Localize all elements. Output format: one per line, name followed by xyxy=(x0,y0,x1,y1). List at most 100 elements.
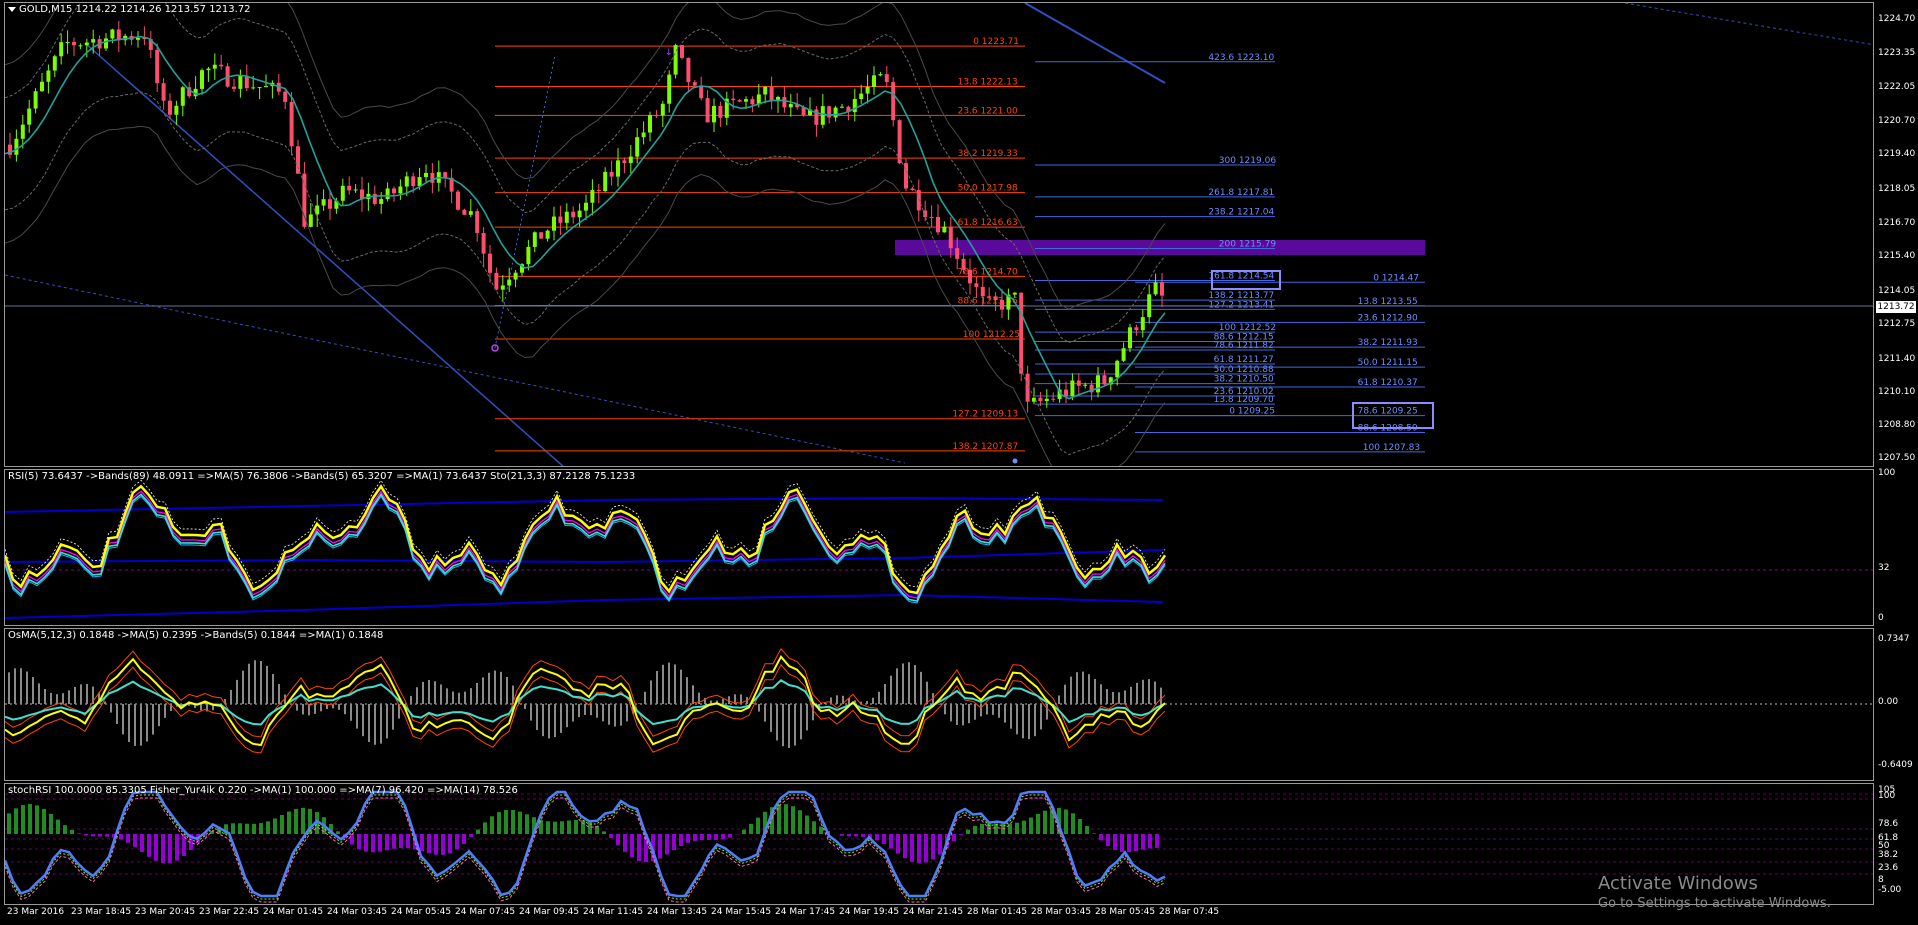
candle-body xyxy=(897,120,902,164)
candle-body xyxy=(731,98,736,101)
candle-body xyxy=(558,216,563,223)
rsi-band-upper xyxy=(5,496,1164,513)
trend-line-dotted xyxy=(5,274,906,464)
candle-body xyxy=(308,214,313,227)
indicator-axis-tick: -0.6409 xyxy=(1878,760,1913,770)
osma-indicator-pane[interactable]: OsMA(5,12,3) 0.1848 ->MA(5) 0.2395 ->Ban… xyxy=(4,628,1874,781)
candle-body xyxy=(859,93,864,99)
fib-blue-label: 50.0 1210.88 xyxy=(1214,365,1274,375)
candle-body xyxy=(603,171,608,192)
candle-body xyxy=(616,160,620,177)
time-axis-label: 28 Mar 01:45 xyxy=(967,907,1028,917)
fisher-histogram-bar xyxy=(1099,834,1103,841)
fisher-histogram-bar xyxy=(77,833,81,834)
candle-body xyxy=(1064,389,1068,397)
candle-body xyxy=(1115,360,1120,378)
candle-body xyxy=(1121,348,1126,361)
stochrsi-indicator-pane[interactable]: stochRSI 100.0000 85.3305 Fisher_Yur4ik … xyxy=(4,783,1874,905)
fisher-histogram-bar xyxy=(742,829,746,834)
fib-blue-label: 38.2 1210.50 xyxy=(1214,375,1274,385)
price-axis-tick: 1214.05 xyxy=(1878,285,1916,296)
candle-body xyxy=(705,98,710,123)
candle-body xyxy=(46,70,51,82)
indicator-axis-tick: 100 xyxy=(1878,791,1896,801)
indicator-axis-tick: 38.2 xyxy=(1878,850,1899,860)
rsi-header: RSI(5) 73.6437 ->Bands(89) 48.0911 =>MA(… xyxy=(8,471,636,482)
candle-body xyxy=(737,100,742,102)
fisher-histogram-bar xyxy=(819,826,823,834)
fib-blue-right-label: 50.0 1211.15 xyxy=(1358,358,1418,368)
fisher-histogram-bar xyxy=(84,834,88,836)
candle-body xyxy=(20,124,25,139)
price-axis-tick: 1207.50 xyxy=(1878,453,1916,464)
fib-orange-label: 0 1223.71 xyxy=(973,37,1019,47)
fisher-histogram-bar xyxy=(784,804,788,834)
candle-body xyxy=(174,105,179,115)
fisher-histogram-bar xyxy=(259,823,263,834)
candle-body xyxy=(961,258,966,270)
chart-header: GOLD,M15 1214.22 1214.26 1213.57 1213.72 xyxy=(8,4,251,15)
rsi-canvas[interactable] xyxy=(5,470,1874,626)
price-chart-pane[interactable]: GOLD,M15 1214.22 1214.26 1213.57 1213.72… xyxy=(4,2,1874,467)
fisher-histogram-bar xyxy=(42,808,46,834)
candle-body xyxy=(289,101,294,147)
fisher-histogram-bar xyxy=(364,834,368,852)
candle-body xyxy=(545,230,550,239)
stoch-canvas[interactable] xyxy=(5,784,1874,905)
fib-blue-label: 300 1219.06 xyxy=(1219,156,1277,166)
time-axis-label: 24 Mar 09:45 xyxy=(519,907,580,917)
fisher-histogram-bar xyxy=(525,814,529,834)
fisher-histogram-bar xyxy=(441,834,445,855)
fisher-histogram-bar xyxy=(154,834,158,861)
chart-menu-icon[interactable] xyxy=(8,6,16,12)
rsi-magenta xyxy=(5,490,1166,599)
candle-body xyxy=(782,97,787,108)
stoch-axis: 105 100 78.6 61.8 50 38.2 23.6 8 -5.00 xyxy=(1874,783,1918,905)
fisher-histogram-bar xyxy=(301,807,305,834)
fisher-histogram-bar xyxy=(1127,834,1131,853)
candle-body xyxy=(1000,299,1004,310)
fisher-histogram-bar xyxy=(658,834,662,859)
candle-body xyxy=(347,185,352,191)
osma-canvas[interactable] xyxy=(5,629,1874,781)
candle-body xyxy=(852,98,857,113)
fisher-histogram-bar xyxy=(840,834,844,836)
candle-body xyxy=(769,86,774,102)
fisher-histogram-bar xyxy=(98,834,102,837)
fisher-histogram-bar xyxy=(1078,819,1082,834)
candle-body xyxy=(212,64,217,69)
fisher-histogram-bar xyxy=(1092,833,1096,834)
price-axis-tick: 1216.70 xyxy=(1878,218,1916,229)
fib-blue-right-label: 38.2 1211.93 xyxy=(1358,338,1418,348)
fisher-histogram-bar xyxy=(483,822,487,834)
fib-blue-right-label: 78.6 1209.25 xyxy=(1358,407,1418,417)
fisher-histogram-bar xyxy=(70,829,74,834)
rsi-indicator-pane[interactable]: RSI(5) 73.6437 ->Bands(89) 48.0911 =>MA(… xyxy=(4,469,1874,626)
fisher-histogram-bar xyxy=(518,811,522,834)
time-axis[interactable]: 23 Mar 2016 23 Mar 18:45 23 Mar 20:45 23 Ma… xyxy=(4,905,1874,923)
price-chart-canvas[interactable]: 0 1223.71 13.8 1222.13 23.6 1221.00 38.2 12… xyxy=(5,3,1874,467)
indicator-axis-tick: 0 xyxy=(1878,613,1884,623)
candle-body xyxy=(468,211,473,215)
fisher-histogram-bar xyxy=(798,810,802,834)
fisher-histogram-bar xyxy=(448,834,452,854)
price-axis-tick: 1210.10 xyxy=(1878,386,1916,397)
candle-body xyxy=(577,210,582,218)
time-axis-label: 24 Mar 03:45 xyxy=(327,907,388,917)
fisher-histogram-bar xyxy=(497,812,501,834)
price-axis[interactable]: 1224.70 1223.35 1222.05 1220.70 1219.40 1218.… xyxy=(1874,2,1918,467)
fisher-histogram-bar xyxy=(581,820,585,834)
candle-body xyxy=(865,87,870,94)
candle-body xyxy=(14,138,19,155)
candle-body xyxy=(1076,380,1081,386)
fisher-histogram-bar xyxy=(133,834,137,848)
time-axis-label: 28 Mar 03:45 xyxy=(1031,907,1092,917)
price-axis-tick: 1211.40 xyxy=(1878,353,1916,364)
fisher-histogram-bar xyxy=(623,834,627,852)
candle-body xyxy=(552,216,556,231)
time-axis-label: 24 Mar 17:45 xyxy=(775,907,836,917)
candle-body xyxy=(929,216,934,218)
candle-body xyxy=(206,68,211,71)
fisher-histogram-bar xyxy=(693,834,697,841)
fib-orange-label: 127.2 1209.13 xyxy=(952,410,1018,420)
